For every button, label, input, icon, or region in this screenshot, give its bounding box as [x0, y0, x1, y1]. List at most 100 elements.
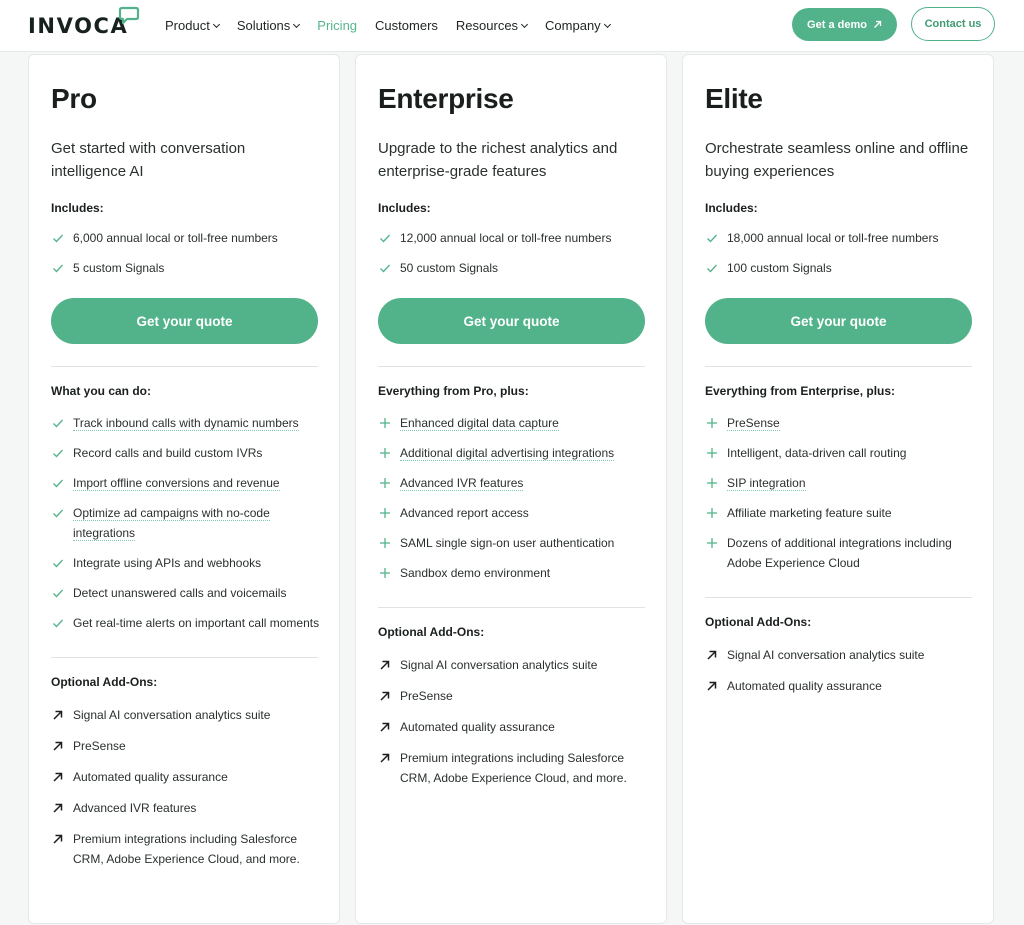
includes-label: Includes: — [705, 201, 758, 215]
chevron-down-icon — [212, 20, 220, 28]
addon-text: PreSense — [73, 739, 126, 753]
feature-link[interactable]: Optimize ad campaigns with no-code integ… — [73, 506, 270, 541]
section-divider — [378, 366, 645, 367]
feature-item[interactable]: PreSense — [705, 413, 975, 433]
feature-item[interactable]: Enhanced digital data capture — [378, 413, 648, 433]
check-icon — [51, 586, 65, 600]
plus-icon — [378, 476, 392, 490]
feature-item: Advanced report access — [378, 503, 648, 523]
arrow-up-right-icon — [378, 751, 392, 765]
plan-description: Upgrade to the richest analytics and ent… — [378, 140, 618, 180]
menu-customers[interactable]: Customers — [375, 18, 438, 33]
check-icon — [51, 556, 65, 570]
feature-link[interactable]: Additional digital advertising integrati… — [400, 446, 615, 461]
chat-bubble-logo-icon — [118, 6, 140, 24]
menu-product[interactable]: Product — [165, 18, 220, 33]
feature-item: Record calls and build custom IVRs — [51, 443, 321, 463]
feature-item[interactable]: Additional digital advertising integrati… — [378, 443, 648, 463]
get-quote-button[interactable]: Get your quote — [51, 298, 318, 344]
feature-item: Affiliate marketing feature suite — [705, 503, 975, 523]
addon-item: Automated quality assurance — [378, 717, 648, 737]
addons-list: Signal AI conversation analytics suite Pr… — [51, 705, 321, 880]
feature-link[interactable]: Track inbound calls with dynamic numbers — [73, 416, 299, 431]
menu-company[interactable]: Company — [545, 18, 611, 33]
includes-text: 12,000 annual local or toll-free numbers — [400, 231, 612, 245]
arrow-up-right-icon — [51, 770, 65, 784]
get-quote-label: Get your quote — [463, 313, 560, 329]
feature-item[interactable]: Advanced IVR features — [378, 473, 648, 493]
addon-text: PreSense — [400, 689, 453, 703]
arrow-up-right-icon — [378, 689, 392, 703]
check-icon — [705, 231, 719, 245]
plus-icon — [705, 536, 719, 550]
includes-text: 5 custom Signals — [73, 261, 165, 275]
addon-text: Automated quality assurance — [400, 720, 555, 734]
chevron-down-icon — [293, 20, 301, 28]
menu-label: Pricing — [317, 18, 358, 33]
plus-icon — [378, 566, 392, 580]
menu-label: Product — [165, 18, 210, 33]
feature-link[interactable]: Import offline conversions and revenue — [73, 476, 280, 491]
plus-icon — [378, 416, 392, 430]
includes-item: 50 custom Signals — [378, 258, 648, 278]
addon-item: Signal AI conversation analytics suite — [378, 655, 648, 675]
plan-description: Orchestrate seamless online and offline … — [705, 140, 969, 180]
features-list: Enhanced digital data capture Additional … — [378, 413, 648, 593]
addon-item: Automated quality assurance — [51, 767, 321, 787]
includes-text: 6,000 annual local or toll-free numbers — [73, 231, 278, 245]
chevron-down-icon — [521, 20, 529, 28]
feature-link[interactable]: Enhanced digital data capture — [400, 416, 559, 431]
includes-text: 18,000 annual local or toll-free numbers — [727, 231, 939, 245]
includes-label: Includes: — [51, 201, 104, 215]
includes-item: 18,000 annual local or toll-free numbers — [705, 228, 975, 248]
check-icon — [51, 616, 65, 630]
feature-link[interactable]: SIP integration — [727, 476, 806, 491]
contact-us-button[interactable]: Contact us — [911, 7, 995, 41]
invoca-logo[interactable]: INVOCA — [28, 14, 128, 38]
includes-list: 18,000 annual local or toll-free numbers… — [705, 228, 975, 288]
includes-label: Includes: — [378, 201, 431, 215]
feature-link[interactable]: PreSense — [727, 416, 780, 431]
check-icon — [51, 261, 65, 275]
menu-resources[interactable]: Resources — [456, 18, 529, 33]
includes-item: 12,000 annual local or toll-free numbers — [378, 228, 648, 248]
includes-item: 5 custom Signals — [51, 258, 321, 278]
addon-item: PreSense — [51, 736, 321, 756]
section-divider — [51, 657, 318, 658]
plan-card-pro: Pro Get started with conversation intelli… — [28, 54, 340, 924]
includes-text: 100 custom Signals — [727, 261, 832, 275]
feature-text: Get real-time alerts on important call m… — [73, 616, 320, 630]
feature-item[interactable]: SIP integration — [705, 473, 975, 493]
features-list: PreSense Intelligent, data-driven call ro… — [705, 413, 975, 583]
addon-text: Automated quality assurance — [73, 770, 228, 784]
plan-name: Elite — [705, 83, 763, 114]
addon-text: Premium integrations including Salesforc… — [400, 751, 627, 785]
includes-list: 12,000 annual local or toll-free numbers… — [378, 228, 648, 288]
get-demo-button[interactable]: Get a demo — [792, 8, 897, 41]
get-quote-label: Get your quote — [790, 313, 887, 329]
addon-item: Premium integrations including Salesforc… — [378, 748, 648, 788]
section-divider — [378, 607, 645, 608]
feature-link[interactable]: Advanced IVR features — [400, 476, 524, 491]
features-list: Track inbound calls with dynamic numbers… — [51, 413, 321, 643]
feature-text: Dozens of additional integrations includ… — [727, 536, 952, 570]
main-menu: Product Solutions Pricing Customers Reso… — [165, 18, 628, 33]
feature-text: Sandbox demo environment — [400, 566, 551, 580]
menu-pricing[interactable]: Pricing — [317, 18, 357, 33]
arrow-up-right-icon — [705, 648, 719, 662]
plan-name: Pro — [51, 83, 97, 114]
feature-item[interactable]: Track inbound calls with dynamic numbers — [51, 413, 321, 433]
feature-item: Get real-time alerts on important call m… — [51, 613, 321, 633]
chevron-down-icon — [603, 20, 611, 28]
plan-card-elite: Elite Orchestrate seamless online and off… — [682, 54, 994, 924]
features-label: What you can do: — [51, 384, 151, 398]
addon-text: Premium integrations including Salesforc… — [73, 832, 300, 866]
get-quote-button[interactable]: Get your quote — [378, 298, 645, 344]
menu-solutions[interactable]: Solutions — [237, 18, 301, 33]
feature-text: Intelligent, data-driven call routing — [727, 446, 907, 460]
feature-item[interactable]: Optimize ad campaigns with no-code integ… — [51, 503, 321, 543]
feature-item[interactable]: Import offline conversions and revenue — [51, 473, 321, 493]
plus-icon — [378, 446, 392, 460]
section-divider — [51, 366, 318, 367]
get-quote-button[interactable]: Get your quote — [705, 298, 972, 344]
